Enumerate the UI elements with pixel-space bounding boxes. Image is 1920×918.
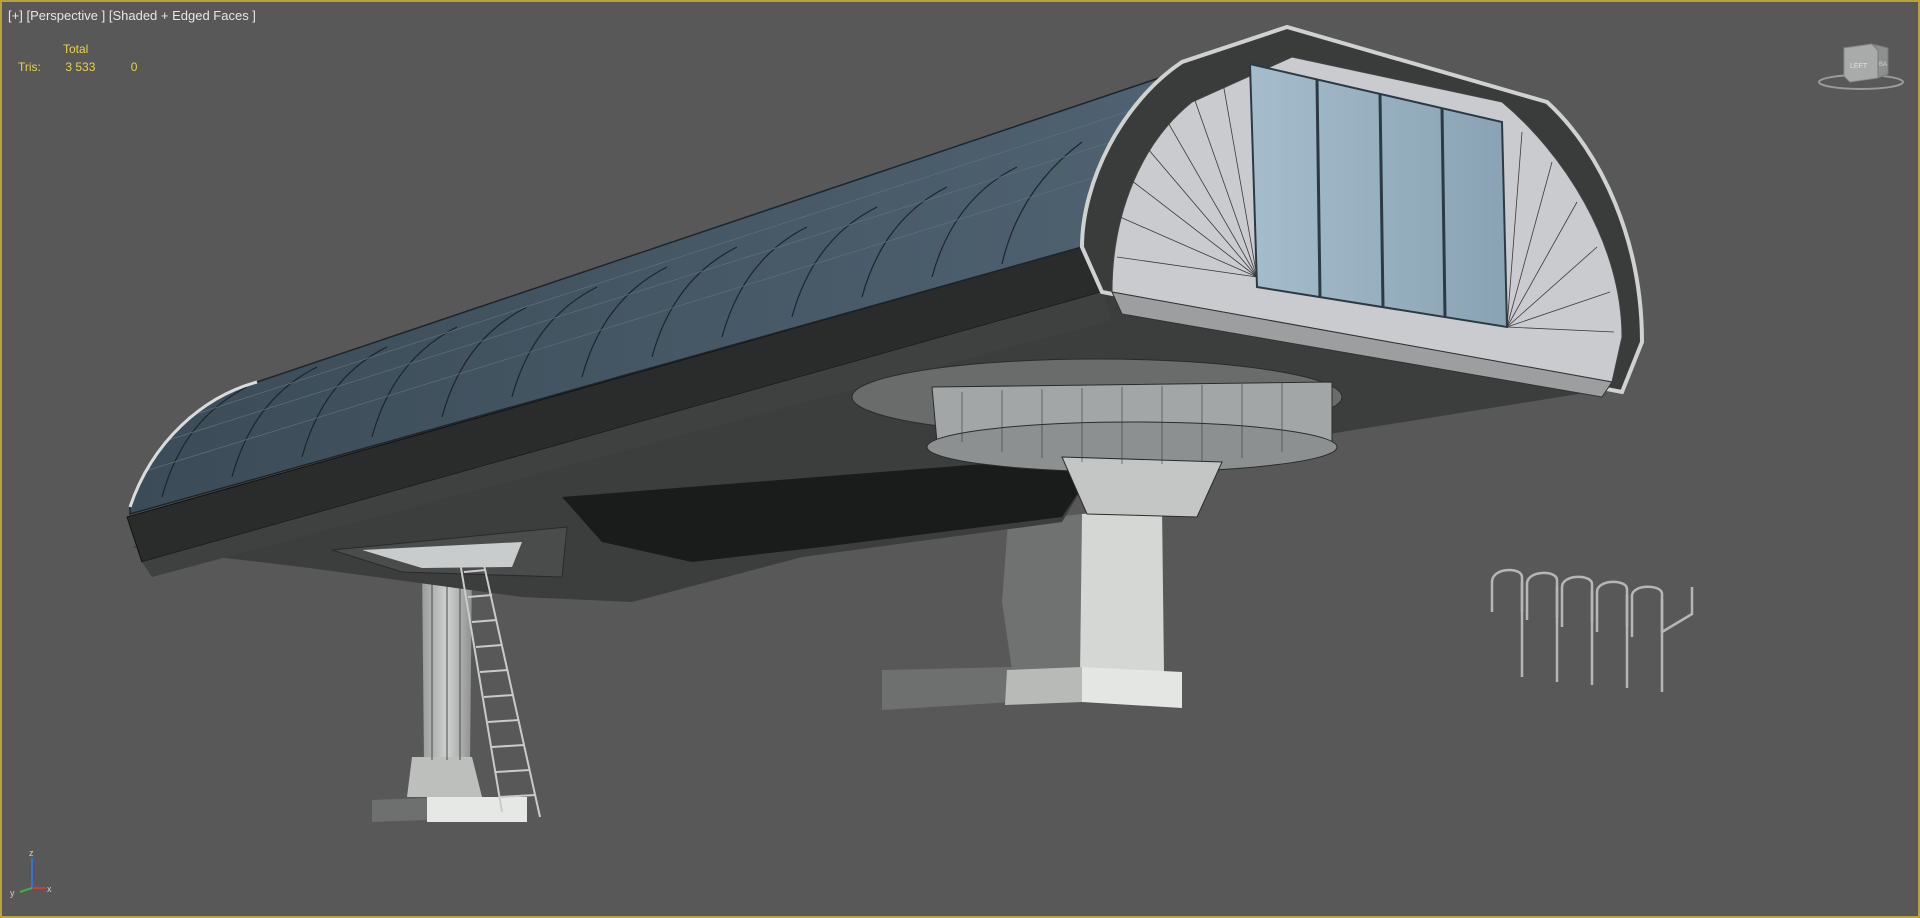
stats-tris-selected: 0	[130, 60, 138, 74]
stats-total-header: Total	[63, 42, 89, 56]
x-axis-label: x	[47, 884, 52, 894]
viewport-shading-menu[interactable]: [Shaded + Edged Faces ]	[109, 8, 256, 23]
viewport-label: [+] [Perspective ] [Shaded + Edged Faces…	[8, 8, 256, 23]
viewport-general-menu[interactable]: [+]	[8, 8, 23, 23]
left-base-shadow	[372, 798, 427, 822]
viewcube-face-label: LEFT	[1850, 63, 1868, 70]
y-axis-line	[19, 887, 33, 893]
perspective-viewport[interactable]: [+] [Perspective ] [Shaded + Edged Faces…	[0, 0, 1920, 918]
y-axis-label: y	[10, 888, 15, 898]
viewcube-side-label: BA	[1879, 62, 1887, 68]
right-base-shadow	[882, 667, 1012, 710]
z-axis-label: z	[29, 848, 34, 858]
scene-3d-model	[126, 24, 1694, 822]
stats-tris-row: Tris: 3 533 0	[18, 60, 137, 74]
stats-tris-label: Tris:	[18, 60, 41, 74]
viewcube[interactable]: LEFT BA	[1816, 40, 1906, 92]
bike-rack	[1490, 568, 1694, 692]
right-pillar	[1002, 507, 1182, 708]
stats-tris-total: 3 533	[65, 60, 96, 74]
viewport-point-of-view-menu[interactable]: [Perspective ]	[26, 8, 105, 23]
axis-gizmo: z x y	[10, 848, 52, 898]
